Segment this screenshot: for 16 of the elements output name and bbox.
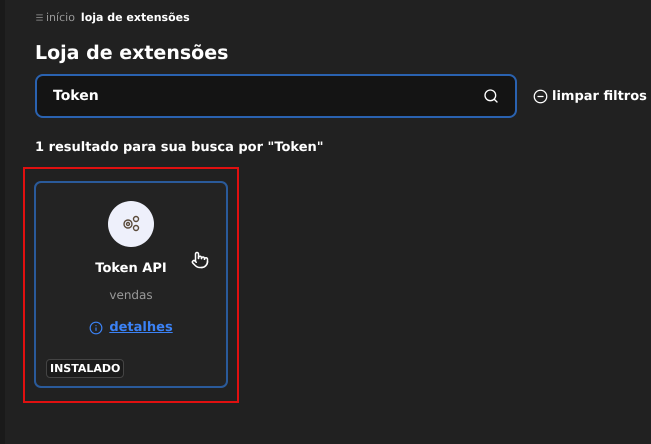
- page-title: Loja de extensões: [35, 42, 230, 64]
- breadcrumb-link[interactable]: início: [35, 10, 75, 24]
- hand-cursor-icon: [191, 251, 209, 269]
- extension-category: vendas: [109, 288, 153, 302]
- extension-card[interactable]: Token API vendas detalhes INSTALADO: [34, 181, 228, 388]
- breadcrumb-link[interactable]: loja de extensões: [80, 10, 190, 24]
- clear-filters-button[interactable]: limpar filtros: [533, 88, 647, 104]
- details-link[interactable]: detalhes: [89, 320, 173, 335]
- search-field[interactable]: Token: [35, 74, 517, 118]
- menu-icon: [35, 12, 44, 22]
- status-badge: INSTALADO: [46, 359, 124, 378]
- extension-name: Token API: [95, 261, 167, 276]
- search-icon[interactable]: [483, 88, 499, 104]
- info-icon: [89, 320, 104, 334]
- minus-circle-icon: [533, 88, 548, 104]
- result-count: 1 resultado para sua busca por "Token": [35, 140, 325, 155]
